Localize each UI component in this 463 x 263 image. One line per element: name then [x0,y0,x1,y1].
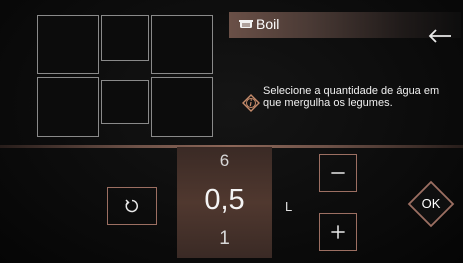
cooktop-zone-top-middle[interactable] [101,15,149,61]
cooktop-zone-top-left[interactable] [37,15,99,74]
quantity-next-value[interactable]: 1 [177,228,272,250]
increase-button[interactable] [319,213,357,251]
quantity-unit: L [285,199,293,214]
quantity-current-value: 0,5 [204,184,245,216]
info-text: Selecione a quantidade de água em que me… [263,85,440,109]
back-arrow-icon[interactable] [427,26,453,46]
minus-icon [331,172,345,174]
plus-icon [331,225,345,239]
quantity-previous-value[interactable]: 6 [177,151,272,171]
cooktop-zone-bottom-left[interactable] [37,77,99,137]
info-icon [242,94,260,112]
ok-label: OK [421,196,441,211]
reset-button[interactable] [107,187,157,225]
reset-icon [125,199,138,213]
cooktop-zone-bottom-right[interactable] [151,77,213,137]
screen: Boil Selecione a quantidade de água em q… [0,0,463,263]
cooktop-zone-top-right[interactable] [151,15,213,74]
cooktop-zone-bottom-middle[interactable] [101,80,149,124]
pot-icon [239,20,253,28]
page-title: Boil [256,16,280,32]
decrease-button[interactable] [319,154,357,192]
